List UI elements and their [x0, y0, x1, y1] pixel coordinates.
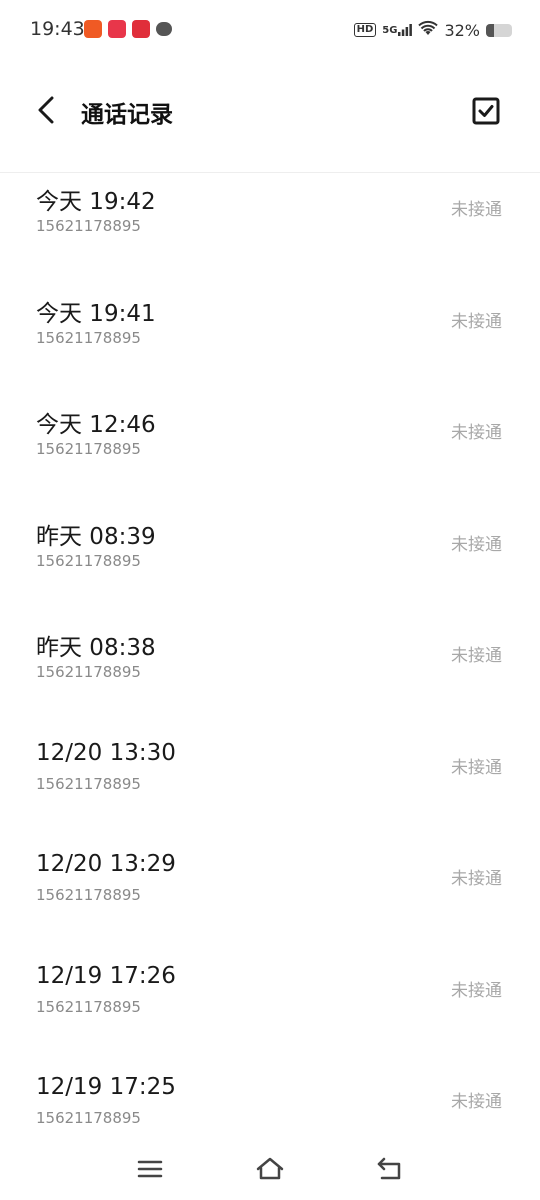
home-icon	[256, 1157, 284, 1180]
call-row[interactable]: 昨天 08:38 15621178895 未接通	[0, 618, 540, 729]
call-number: 15621178895	[36, 217, 141, 235]
call-datetime: 今天 12:46	[36, 412, 156, 438]
call-datetime: 12/19 17:25	[36, 1074, 176, 1100]
call-row[interactable]: 12/20 13:30 15621178895 未接通	[0, 730, 540, 841]
app-notification-icon	[108, 20, 126, 38]
select-mode-button[interactable]	[470, 95, 502, 127]
call-status: 未接通	[451, 534, 502, 555]
call-row[interactable]: 12/20 13:29 15621178895 未接通	[0, 841, 540, 952]
call-row[interactable]: 今天 12:46 15621178895 未接通	[0, 395, 540, 506]
menu-button[interactable]	[134, 1154, 166, 1184]
call-row[interactable]: 今天 19:42 15621178895 未接通	[0, 172, 540, 283]
call-number: 15621178895	[36, 328, 141, 347]
battery-percent: 32%	[444, 20, 480, 40]
call-status: 未接通	[451, 423, 502, 443]
battery-icon	[486, 23, 512, 37]
call-number: 15621178895	[36, 886, 141, 904]
call-datetime: 12/20 13:30	[36, 739, 176, 766]
header: 通话记录	[0, 60, 540, 173]
signal-icon: 5G	[382, 24, 413, 36]
call-number: 15621178895	[36, 774, 141, 793]
call-datetime: 12/19 17:26	[36, 962, 176, 989]
call-status: 未接通	[451, 200, 502, 220]
call-status: 未接通	[451, 757, 502, 778]
shopping-app-icon	[132, 20, 150, 38]
taobao-app-icon	[84, 20, 102, 38]
call-datetime: 昨天 08:39	[36, 523, 156, 550]
chevron-left-icon	[38, 96, 54, 124]
call-row[interactable]: 12/19 17:26 15621178895 未接通	[0, 953, 540, 1064]
call-status: 未接通	[451, 980, 502, 1001]
call-status: 未接通	[451, 869, 502, 889]
message-icon	[156, 22, 172, 36]
call-status: 未接通	[451, 646, 502, 666]
call-status: 未接通	[451, 1092, 502, 1112]
wifi-icon	[418, 20, 439, 40]
call-datetime: 今天 19:41	[36, 300, 156, 327]
call-datetime: 12/20 13:29	[36, 851, 176, 877]
call-datetime: 今天 19:42	[36, 189, 156, 215]
status-time: 19:43	[30, 18, 85, 40]
system-navigation-bar	[0, 1140, 540, 1200]
hd-icon: HD	[353, 23, 377, 37]
network-type: 5G	[382, 25, 398, 36]
home-button[interactable]	[254, 1154, 286, 1184]
notification-icons	[84, 20, 172, 38]
return-icon	[377, 1157, 401, 1180]
call-number: 15621178895	[36, 663, 141, 681]
call-datetime: 昨天 08:38	[36, 635, 156, 661]
call-row[interactable]: 今天 19:41 15621178895 未接通	[0, 284, 540, 395]
call-row[interactable]: 12/19 17:25 15621178895 未接通	[0, 1064, 540, 1132]
back-button[interactable]	[30, 92, 62, 128]
page-title: 通话记录	[81, 102, 173, 128]
menu-icon	[137, 1160, 163, 1178]
call-history-list: 今天 19:42 15621178895 未接通 今天 19:41 1562117889…	[0, 172, 540, 1132]
call-number: 15621178895	[36, 551, 141, 570]
battery-level	[486, 23, 495, 37]
status-indicators: HD 5G 32%	[353, 20, 512, 40]
checkbox-icon	[472, 97, 500, 125]
status-bar: 19:43 HD 5G 32%	[0, 0, 540, 60]
call-row[interactable]: 昨天 08:39 15621178895 未接通	[0, 507, 540, 618]
back-nav-button[interactable]	[374, 1154, 406, 1184]
call-number: 15621178895	[36, 1109, 141, 1127]
call-number: 15621178895	[36, 440, 141, 458]
call-status: 未接通	[451, 311, 502, 332]
call-number: 15621178895	[36, 997, 141, 1016]
